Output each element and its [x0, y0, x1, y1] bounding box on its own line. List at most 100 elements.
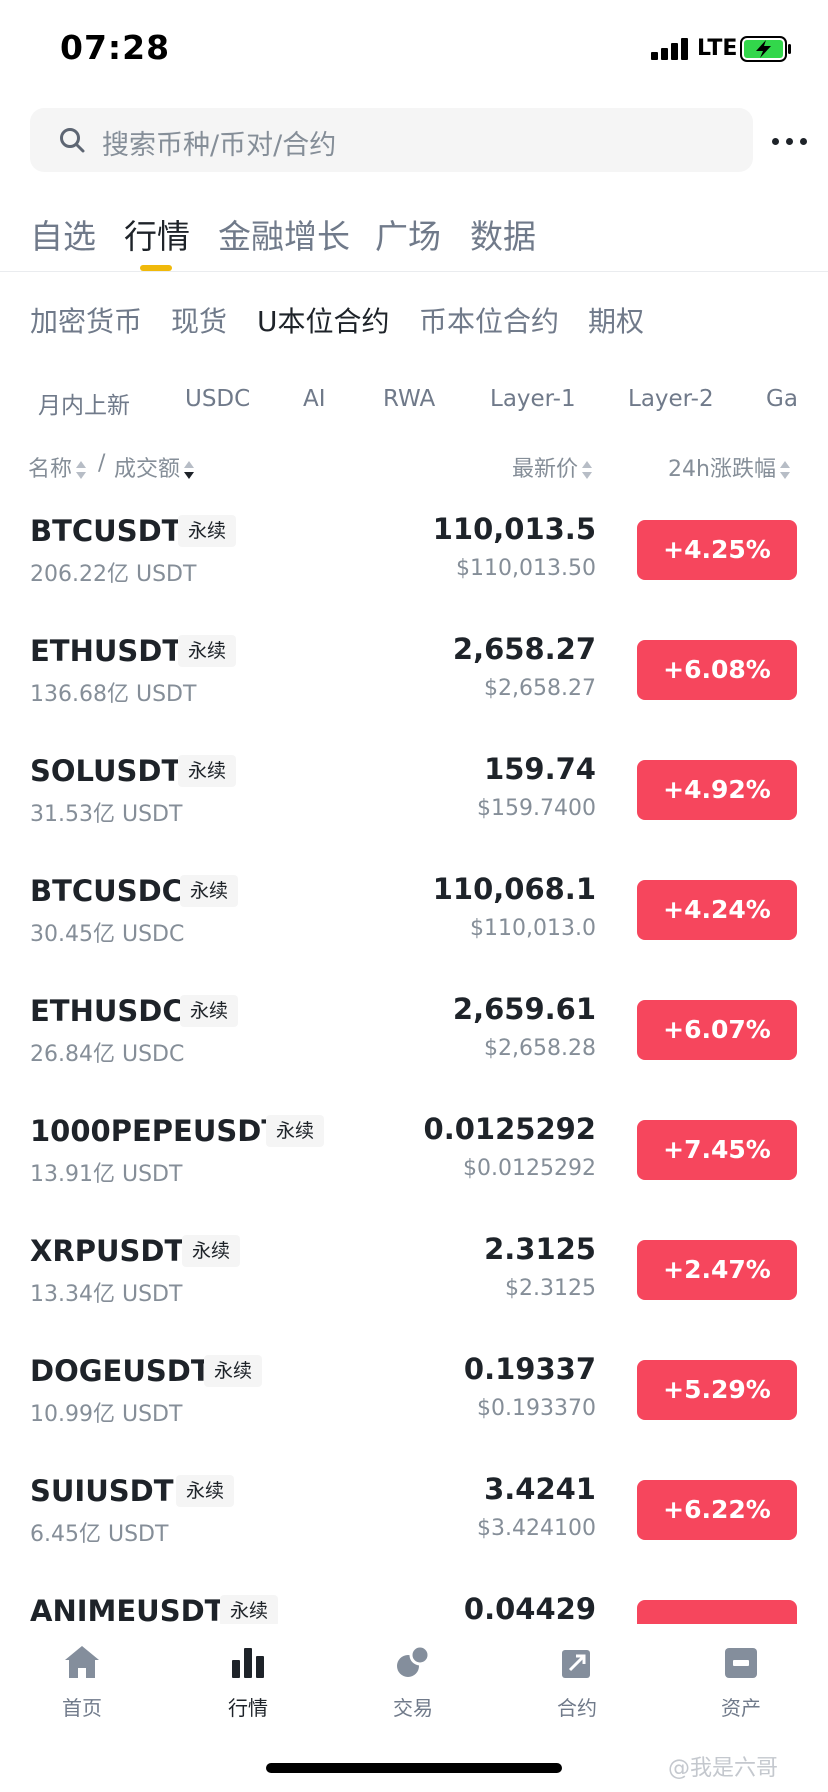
market-row[interactable]: SOLUSDT 永续 31.53亿 USDT 159.74 $159.7400 …	[0, 740, 828, 860]
symbol: XRPUSDT	[30, 1234, 185, 1268]
cellular-signal-icon	[651, 38, 689, 60]
wallet-icon	[725, 1648, 757, 1678]
volume: 13.91亿 USDT	[30, 1162, 183, 1187]
subtab-spot[interactable]: 现货	[171, 300, 227, 340]
tab-earn-growth[interactable]: 金融增长	[218, 210, 350, 258]
futures-icon	[562, 1650, 590, 1678]
last-price: 3.4241	[484, 1472, 596, 1506]
market-row[interactable]: BTCUSDC 永续 30.45亿 USDC 110,068.1 $110,01…	[0, 860, 828, 980]
search-input[interactable]: 搜索币种/币对/合约	[30, 108, 753, 172]
fiat-price: $2.3125	[505, 1276, 596, 1301]
filter-rwa[interactable]: RWA	[383, 386, 435, 412]
perpetual-tag: 永续	[266, 1115, 325, 1147]
symbol: SOLUSDT	[30, 754, 182, 788]
more-options-icon[interactable]	[772, 128, 808, 152]
fiat-price: $3.424100	[477, 1516, 596, 1541]
sort-desc-icon	[184, 460, 195, 480]
watermark: @我是六哥	[668, 1756, 779, 1781]
market-row[interactable]: ETHUSDC 永续 26.84亿 USDC 2,659.61 $2,658.2…	[0, 980, 828, 1100]
sort-price[interactable]: 最新价	[512, 451, 593, 483]
change-badge[interactable]: +7.45%	[637, 1120, 797, 1180]
perpetual-tag: 永续	[182, 1235, 241, 1267]
change-badge[interactable]: +5.29%	[637, 1360, 797, 1420]
volume: 13.34亿 USDT	[30, 1282, 183, 1307]
volume: 26.84亿 USDC	[30, 1042, 185, 1067]
sort-separator: /	[98, 451, 106, 476]
filter-layer-2[interactable]: Layer-2	[628, 386, 714, 412]
home-icon	[65, 1646, 99, 1678]
filter-ai[interactable]: AI	[303, 386, 326, 412]
change-badge[interactable]: +4.24%	[637, 880, 797, 940]
sort-name[interactable]: 名称	[28, 451, 87, 483]
last-price: 2,659.61	[452, 992, 596, 1026]
sort-arrows-icon	[76, 460, 87, 480]
last-price: 2.3125	[484, 1232, 596, 1266]
market-row[interactable]: ANIMEUSDT 永续 0.04429	[0, 1580, 828, 1625]
search-row: 搜索币种/币对/合约	[0, 108, 828, 172]
perpetual-tag: 永续	[180, 995, 239, 1027]
market-row[interactable]: 1000PEPEUSDT 永续 13.91亿 USDT 0.0125292 $0…	[0, 1100, 828, 1220]
market-row[interactable]: DOGEUSDT 永续 10.99亿 USDT 0.19337 $0.19337…	[0, 1340, 828, 1460]
symbol: ETHUSDT	[30, 634, 183, 668]
market-row[interactable]: SUIUSDT 永续 6.45亿 USDT 3.4241 $3.424100 +…	[0, 1460, 828, 1580]
filter-gaming[interactable]: Ga	[766, 386, 798, 412]
perpetual-tag: 永续	[204, 1355, 263, 1387]
market-row[interactable]: BTCUSDT 永续 206.22亿 USDT 110,013.5 $110,0…	[0, 500, 828, 620]
change-badge[interactable]	[637, 1600, 797, 1625]
market-row[interactable]: ETHUSDT 永续 136.68亿 USDT 2,658.27 $2,658.…	[0, 620, 828, 740]
perpetual-tag: 永续	[178, 515, 237, 547]
sort-change-label: 24h涨跌幅	[668, 457, 776, 482]
market-list: BTCUSDT 永续 206.22亿 USDT 110,013.5 $110,0…	[0, 500, 828, 1625]
fiat-price: $0.0125292	[463, 1156, 596, 1181]
tab-data[interactable]: 数据	[470, 210, 536, 258]
symbol: BTCUSDC	[30, 874, 183, 908]
markets-icon	[232, 1648, 264, 1678]
sort-arrows-icon	[779, 460, 790, 480]
nav-label: 资产	[721, 1696, 761, 1720]
symbol: 1000PEPEUSDT	[30, 1114, 282, 1148]
status-time: 07:28	[60, 28, 171, 67]
symbol: DOGEUSDT	[30, 1354, 211, 1388]
nav-markets[interactable]: 行情	[193, 1642, 303, 1721]
change-badge[interactable]: +6.08%	[637, 640, 797, 700]
tab-markets[interactable]: 行情	[124, 210, 190, 258]
search-placeholder: 搜索币种/币对/合约	[102, 130, 337, 161]
fiat-price: $2,658.27	[484, 676, 596, 701]
volume: 6.45亿 USDT	[30, 1522, 169, 1547]
nav-trade[interactable]: 交易	[358, 1642, 468, 1721]
nav-label: 合约	[557, 1696, 597, 1720]
sort-change[interactable]: 24h涨跌幅	[668, 451, 790, 483]
last-price: 110,013.5	[432, 512, 596, 546]
perpetual-tag: 永续	[178, 755, 237, 787]
change-badge[interactable]: +4.25%	[637, 520, 797, 580]
nav-label: 交易	[393, 1696, 433, 1720]
change-badge[interactable]: +2.47%	[637, 1240, 797, 1300]
sort-header: 名称 / 成交额 最新价 24h涨跌幅	[0, 451, 828, 483]
battery-icon	[740, 36, 791, 62]
change-badge[interactable]: +4.92%	[637, 760, 797, 820]
nav-assets[interactable]: 资产	[686, 1642, 796, 1721]
tab-square[interactable]: 广场	[375, 210, 441, 258]
nav-label: 首页	[62, 1696, 102, 1720]
volume: 31.53亿 USDT	[30, 802, 183, 827]
subtab-coinm-futures[interactable]: 币本位合约	[419, 300, 559, 340]
filter-usdc[interactable]: USDC	[185, 386, 250, 412]
sort-volume[interactable]: 成交额	[114, 451, 195, 483]
sort-price-label: 最新价	[512, 457, 579, 482]
change-badge[interactable]: +6.22%	[637, 1480, 797, 1540]
change-badge[interactable]: +6.07%	[637, 1000, 797, 1060]
home-indicator	[266, 1763, 562, 1773]
perpetual-tag: 永续	[176, 1475, 235, 1507]
filter-new-this-month[interactable]: 月内上新	[38, 386, 130, 420]
filter-layer-1[interactable]: Layer-1	[490, 386, 576, 412]
subtab-crypto[interactable]: 加密货币	[30, 300, 142, 340]
search-icon	[60, 128, 85, 153]
subtab-usdm-futures[interactable]: U本位合约	[257, 300, 390, 340]
nav-home[interactable]: 首页	[27, 1642, 137, 1721]
subtab-options[interactable]: 期权	[588, 300, 644, 340]
nav-futures[interactable]: 合约	[522, 1642, 632, 1721]
market-row[interactable]: XRPUSDT 永续 13.34亿 USDT 2.3125 $2.3125 +2…	[0, 1220, 828, 1340]
fiat-price: $2,658.28	[484, 1036, 596, 1061]
tab-watchlist[interactable]: 自选	[30, 210, 96, 258]
network-type: LTE	[697, 36, 738, 61]
